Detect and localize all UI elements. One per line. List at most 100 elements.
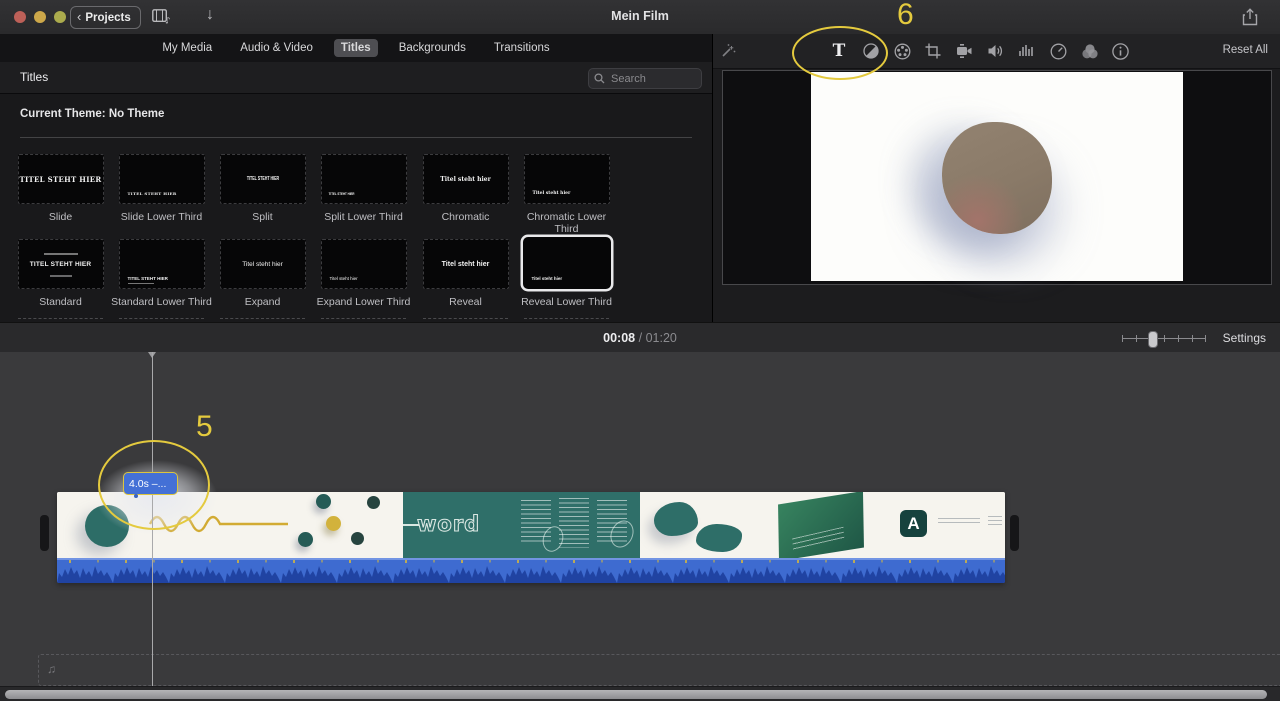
- title-label: Reveal Lower Third: [516, 296, 617, 308]
- title-item-chromatic[interactable]: Titel steht hier Chromatic: [415, 154, 516, 223]
- clip-frame: [515, 492, 641, 558]
- filters-circles-icon[interactable]: [1080, 41, 1100, 61]
- title-thumbnail[interactable]: Titel steht hier: [321, 239, 407, 289]
- titles-browser-panel: My Media Audio & Video Titles Background…: [0, 34, 713, 322]
- horizontal-scrollbar[interactable]: [0, 686, 1280, 701]
- title-item-standard-lower-third[interactable]: TITEL STEHT HIER Standard Lower Third: [111, 239, 212, 308]
- imovie-window: ‹ Projects ♪ ↓ Mein Film My Media Audio …: [0, 0, 1280, 701]
- timeline[interactable]: word: [0, 352, 1280, 686]
- speed-gauge-icon[interactable]: [1048, 41, 1068, 61]
- title-preview-text: TITEL STEHT HIER: [120, 240, 204, 288]
- title-preview-text: Titel steht hier: [322, 240, 406, 288]
- clip-frame: [760, 492, 871, 558]
- preview-blob-graphic: [942, 122, 1052, 234]
- title-label: Split: [212, 211, 313, 223]
- title-preview-text: Titel steht hier: [424, 240, 508, 288]
- search-field[interactable]: [588, 68, 702, 89]
- volume-speaker-icon[interactable]: [985, 41, 1005, 61]
- tab-backgrounds[interactable]: Backgrounds: [392, 39, 473, 57]
- video-canvas: [811, 72, 1183, 281]
- title-preview-text: Titel steht hier: [424, 155, 508, 203]
- media-tabbar: My Media Audio & Video Titles Background…: [0, 34, 712, 63]
- title-label: Expand: [212, 296, 313, 308]
- title-preview-text: TITEL STEHT HIER: [232, 155, 292, 203]
- share-icon[interactable]: [1242, 8, 1258, 26]
- title-label: Slide: [10, 211, 111, 223]
- search-icon: [594, 73, 605, 84]
- transport-bar: 00:08 / 01:20 Settings: [0, 322, 1280, 354]
- background-music-track[interactable]: ♫: [38, 654, 1280, 686]
- title-thumbnail[interactable]: TITEL STEHT HIER: [220, 154, 306, 204]
- clip-frame: [640, 492, 761, 558]
- divider: [20, 137, 692, 138]
- clipped-thumbnail-edge: [18, 318, 103, 319]
- title-item-reveal-lower-third-selected[interactable]: Titel steht hier Reveal Lower Third: [516, 237, 617, 308]
- clip-trim-handle-right[interactable]: [1010, 515, 1019, 551]
- music-note-icon: ♫: [47, 662, 56, 676]
- clip-trim-handle-left[interactable]: [40, 515, 49, 551]
- settings-button[interactable]: Settings: [1223, 331, 1266, 345]
- title-item-split-lower-third[interactable]: TITEL STEHT HIER Split Lower Third: [313, 154, 414, 223]
- title-thumbnail[interactable]: Titel steht hier: [423, 154, 509, 204]
- tab-titles[interactable]: Titles: [334, 39, 378, 57]
- info-icon[interactable]: [1110, 41, 1130, 61]
- title-thumbnail[interactable]: Titel steht hier: [220, 239, 306, 289]
- title-item-expand[interactable]: Titel steht hier Expand: [212, 239, 313, 308]
- clipped-thumbnail-edge: [524, 318, 609, 319]
- title-preview-text: Titel steht hier: [221, 240, 305, 288]
- title-label: Slide Lower Third: [111, 211, 212, 223]
- title-item-split[interactable]: TITEL STEHT HIER Split: [212, 154, 313, 223]
- clipped-thumbnail-edge: [119, 318, 204, 319]
- title-preview-text: Titel steht hier: [525, 155, 609, 203]
- title-item-reveal[interactable]: Titel steht hier Reveal: [415, 239, 516, 308]
- title-item-slide[interactable]: TITEL STEHT HIER Slide: [10, 154, 111, 223]
- reset-all-button[interactable]: Reset All: [1223, 44, 1268, 56]
- title-preview-text: TITEL STEHT HIER: [19, 155, 103, 203]
- title-thumbnail[interactable]: TITEL STEHT HIER: [18, 239, 104, 289]
- tab-transitions[interactable]: Transitions: [487, 39, 557, 57]
- clipped-thumbnail-edge: [423, 318, 508, 319]
- title-preview-text: TITEL STEHT HIER: [19, 240, 103, 288]
- total-time: 01:20: [646, 331, 677, 345]
- tab-audio-video[interactable]: Audio & Video: [233, 39, 320, 57]
- annotation-circle-6: [792, 26, 888, 80]
- scrollbar-thumb[interactable]: [5, 690, 1267, 699]
- title-item-slide-lower-third[interactable]: TITEL STEHT HIER Slide Lower Third: [111, 154, 212, 223]
- video-preview[interactable]: [722, 70, 1272, 285]
- titlebar: ‹ Projects ♪ ↓ Mein Film: [0, 0, 1280, 35]
- timeline-zoom-slider[interactable]: [1122, 331, 1206, 346]
- search-input[interactable]: [609, 72, 687, 86]
- title-thumbnail[interactable]: Titel steht hier: [423, 239, 509, 289]
- clipped-thumbnail-edge: [220, 318, 305, 319]
- crop-icon[interactable]: [923, 41, 943, 61]
- slider-tick: [1192, 335, 1193, 342]
- title-thumbnail[interactable]: TITEL STEHT HIER: [18, 154, 104, 204]
- timecode-display: 00:08 / 01:20: [0, 331, 1280, 345]
- slider-tick: [1164, 335, 1165, 342]
- title-thumbnail[interactable]: TITEL STEHT HIER: [119, 239, 205, 289]
- annotation-circle-5: [98, 440, 210, 530]
- title-thumbnail[interactable]: Titel steht hier: [524, 154, 610, 204]
- title-item-expand-lower-third[interactable]: Titel steht hier Expand Lower Third: [313, 239, 414, 308]
- clip-logo: A: [900, 510, 927, 537]
- clipped-thumbnail-edge: [321, 318, 406, 319]
- title-thumbnail-selected[interactable]: Titel steht hier: [523, 237, 611, 289]
- window-title: Mein Film: [0, 9, 1280, 23]
- title-item-chromatic-lower-third[interactable]: Titel steht hier Chromatic Lower Third: [516, 154, 617, 235]
- title-label: Standard Lower Third: [111, 296, 212, 308]
- title-label: Standard: [10, 296, 111, 308]
- noise-equalizer-icon[interactable]: [1016, 41, 1036, 61]
- title-thumbnail[interactable]: TITEL STEHT HIER: [321, 154, 407, 204]
- clip-frame: word: [403, 492, 516, 558]
- enhance-wand-icon[interactable]: [718, 41, 738, 61]
- clip-frame: [345, 492, 404, 558]
- slider-thumb[interactable]: [1148, 331, 1158, 348]
- color-correction-icon[interactable]: [892, 41, 912, 61]
- tab-my-media[interactable]: My Media: [155, 39, 219, 57]
- audio-waveform: [57, 558, 1005, 583]
- clip-frame: [290, 492, 346, 558]
- title-thumbnail[interactable]: TITEL STEHT HIER: [119, 154, 205, 204]
- title-preview-text: TITEL STEHT HIER: [322, 155, 382, 203]
- title-item-standard[interactable]: TITEL STEHT HIER Standard: [10, 239, 111, 308]
- stabilization-camera-icon[interactable]: [954, 41, 974, 61]
